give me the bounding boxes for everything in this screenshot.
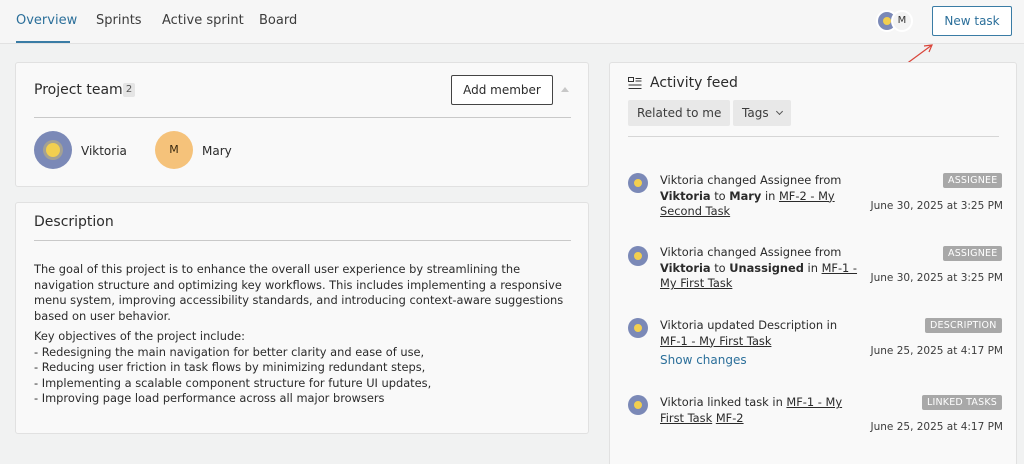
show-changes-link[interactable]: Show changes — [660, 353, 747, 367]
divider — [628, 136, 999, 137]
feed-avatar — [628, 395, 648, 415]
member-avatar-viktoria[interactable] — [34, 131, 72, 169]
feed-avatar — [628, 318, 648, 338]
member-name-mary[interactable]: Mary — [202, 144, 232, 158]
description-objective: - Redesigning the main navigation for be… — [34, 345, 425, 359]
feed-item-text: Viktoria linked task in MF-1 - My First … — [660, 395, 843, 425]
description-objective: - Improving page load performance across… — [34, 391, 385, 405]
feed-avatar — [628, 246, 648, 266]
activity-feed-title: Activity feed — [650, 75, 738, 91]
tab-sprints[interactable]: Sprints — [96, 13, 142, 28]
collapse-icon[interactable] — [561, 87, 569, 92]
tab-overview[interactable]: Overview — [16, 13, 77, 28]
description-objective: - Reducing user friction in task flows b… — [34, 360, 426, 374]
tag-badge: ASSIGNEE — [943, 246, 1003, 261]
avatar-mary: M — [891, 10, 913, 32]
project-team-title: Project team — [34, 82, 123, 98]
feed-item-text: Viktoria changed Assignee from Viktoria … — [660, 173, 842, 218]
feed-item-text: Viktoria changed Assignee from Viktoria … — [660, 245, 858, 290]
description-paragraph: The goal of this project is to enhance t… — [34, 262, 564, 323]
feed-timestamp: June 25, 2025 at 4:17 PM — [870, 345, 1004, 357]
tag-badge: ASSIGNEE — [943, 173, 1003, 188]
feed-timestamp: June 30, 2025 at 3:25 PM — [870, 200, 1004, 212]
member-name-viktoria[interactable]: Viktoria — [81, 144, 127, 158]
team-avatars[interactable]: M — [876, 10, 916, 32]
feed-timestamp: June 30, 2025 at 3:25 PM — [870, 272, 1004, 284]
linked-task-link[interactable]: MF-2 — [716, 411, 744, 425]
top-nav: Overview Sprints Active sprint Board M N… — [0, 0, 1024, 44]
chevron-down-icon — [775, 107, 783, 116]
filter-related-to-me[interactable]: Related to me — [628, 100, 731, 126]
member-avatar-mary[interactable]: M — [155, 131, 193, 169]
tag-badge: DESCRIPTION — [925, 318, 1002, 333]
tab-board[interactable]: Board — [259, 13, 297, 28]
tag-badge: LINKED TASKS — [922, 395, 1003, 410]
team-count-badge: 2 — [123, 83, 135, 97]
filter-label: Related to me — [637, 106, 722, 120]
divider — [34, 117, 571, 118]
description-objectives-heading: Key objectives of the project include: — [34, 329, 246, 343]
filter-label: Tags — [742, 106, 769, 120]
activity-feed-icon — [628, 77, 642, 89]
add-member-button[interactable]: Add member — [451, 75, 553, 105]
active-tab-indicator — [16, 41, 70, 43]
new-task-button[interactable]: New task — [932, 6, 1012, 36]
feed-timestamp: June 25, 2025 at 4:17 PM — [870, 421, 1004, 433]
divider — [34, 240, 571, 241]
description-objective: - Implementing a scalable component stru… — [34, 376, 432, 390]
feed-avatar — [628, 173, 648, 193]
description-title: Description — [34, 214, 114, 230]
task-link[interactable]: MF-1 - My First Task — [660, 334, 771, 348]
feed-item-text: Viktoria updated Description in MF-1 - M… — [660, 318, 838, 348]
tab-active-sprint[interactable]: Active sprint — [162, 13, 244, 28]
filter-tags-dropdown[interactable]: Tags — [733, 100, 791, 126]
